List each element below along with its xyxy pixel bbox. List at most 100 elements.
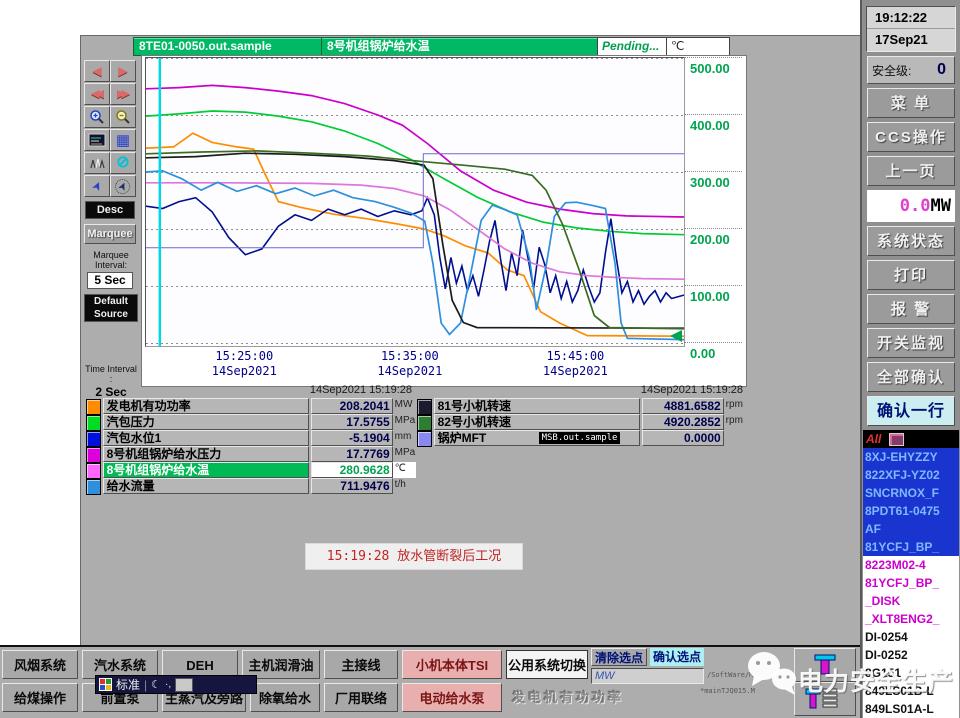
step-left-button[interactable]: ◀ (84, 60, 110, 82)
ime-keyboard-icon[interactable] (175, 677, 194, 692)
pen-name[interactable]: 发电机有功功率 (102, 398, 310, 414)
page-button-r2-4[interactable]: 厂用联络 (324, 683, 398, 712)
pen-name[interactable]: 8号机组锅炉给水压力 (102, 446, 310, 462)
signals-button[interactable] (84, 152, 110, 174)
alarm-item[interactable]: 81YCFJ_BP_ (863, 574, 959, 592)
alarm-item[interactable]: SNCRNOX_F (863, 484, 959, 502)
alarm-item[interactable]: 8G151 (863, 664, 959, 682)
confirm-point-button[interactable]: 确认选点 (650, 648, 704, 666)
table-view-button[interactable]: ▦ (110, 129, 136, 151)
page-button-r1-0[interactable]: 风烟系统 (2, 650, 78, 679)
trend-plot-area[interactable] (145, 57, 685, 347)
point-tag-box[interactable]: 8TE01-0050.out.sample (133, 37, 324, 56)
legend-row[interactable]: 给水流量 711.9476 t/h (86, 478, 416, 495)
ime-fullwidth-icon[interactable]: ☾ (151, 678, 161, 691)
legend-row[interactable]: 8号机组锅炉给水温 280.9628 ℃ (86, 462, 416, 479)
pen-name[interactable]: 81号小机转速 (433, 398, 641, 414)
pen-unit (724, 430, 747, 446)
alarm-item[interactable]: 81YCFJ_BP_ (863, 538, 959, 556)
ime-language-bar[interactable]: 标准 | ☾ ·, (95, 675, 257, 694)
alarm-item[interactable]: 8XJ-EHYZZY (863, 448, 959, 466)
zoom-in-button[interactable] (84, 106, 110, 128)
legend-row[interactable]: 82号小机转速 4920.2852 rpm (417, 414, 747, 431)
pen-name[interactable]: 给水流量 (102, 478, 310, 494)
page-button-r2-3[interactable]: 除氧给水 (250, 683, 320, 712)
legend-row[interactable]: 8号机组锅炉给水压力 17.7769 MPa (86, 446, 416, 463)
page-button-r1-6[interactable]: 公用系统切换 (506, 650, 588, 679)
pointer-scan-icon: ➤ (112, 176, 134, 196)
pen-name[interactable]: 汽包压力 (102, 414, 310, 430)
alarm-item[interactable]: 849LS01B-L (863, 682, 959, 700)
y-tick-label: 300.00 (690, 175, 730, 190)
legend-row[interactable]: 汽包压力 17.5755 MPa (86, 414, 416, 431)
page-button-r2-5[interactable]: 电动给水泵 (402, 683, 502, 712)
pen-name[interactable]: 锅炉MFT MSB.out.sample (433, 430, 641, 446)
legend-row[interactable]: 锅炉MFT MSB.out.sample 0.0000 (417, 430, 747, 447)
point-description-box[interactable]: 8号机组锅炉给水温 (321, 37, 600, 56)
desc-label: Desc (96, 204, 124, 216)
sidebar-action-button-4[interactable]: 全部确认 (867, 362, 955, 392)
default-source-button[interactable]: Default Source (84, 294, 138, 322)
marquee-interval-value[interactable]: 5 Sec (87, 272, 133, 289)
page-button-r2-0[interactable]: 给煤操作 (2, 683, 78, 712)
fast-left-button[interactable]: ◀◀ (84, 83, 110, 105)
alarm-item[interactable]: DI-0254 (863, 628, 959, 646)
sidebar-nav-button-0[interactable]: 菜 单 (867, 88, 955, 118)
alarm-item[interactable]: DI-0252 (863, 646, 959, 664)
selected-point-field[interactable]: MW (591, 668, 704, 684)
desc-button[interactable]: Desc (85, 201, 135, 219)
alarm-filter-icon[interactable] (889, 432, 905, 446)
trend-view-button[interactable] (84, 129, 110, 151)
main-graphic-path-text: *mainTJQ015.M (700, 687, 755, 695)
pen-unit: ℃ (392, 462, 416, 478)
sidebar-action-button-0[interactable]: 系统状态 (867, 226, 955, 256)
alarm-item[interactable]: 822XFJ-YZ02 (863, 466, 959, 484)
sidebar-action-button-1[interactable]: 打印 (867, 260, 955, 290)
pen-name[interactable]: 82号小机转速 (433, 414, 641, 430)
pen-name[interactable]: 汽包水位1 (102, 430, 310, 446)
marquee-button[interactable]: Marquee (84, 224, 136, 244)
selected-point-text: MW (595, 670, 615, 682)
legend-row[interactable]: 81号小机转速 4881.6582 rpm (417, 398, 747, 415)
pointer-button[interactable]: ➤ (84, 175, 110, 197)
clear-point-button[interactable]: 清除选点 (591, 648, 647, 666)
sidebar-action-button-3[interactable]: 开关监视 (867, 328, 955, 358)
clock-box: 19:12:22 17Sep21 (866, 6, 956, 52)
trend-tool-button-1[interactable] (794, 648, 856, 682)
step-right-button[interactable]: ▶ (110, 60, 136, 82)
alarm-filter-all[interactable]: All (866, 432, 881, 446)
confirm-row-button[interactable]: 确认一行 (867, 396, 955, 426)
sidebar-action-button-2[interactable]: 报 警 (867, 294, 955, 324)
disable-button[interactable]: ⊘ (110, 152, 136, 174)
page-button-r1-5[interactable]: 小机本体TSI (402, 650, 502, 679)
zoom-out-button[interactable] (110, 106, 136, 128)
pen-zero-marker-icon[interactable] (670, 330, 682, 342)
pen-color-swatch (86, 463, 101, 479)
pointer-scan-button[interactable]: ➤ (110, 175, 136, 197)
trend-tool-button-2[interactable] (794, 682, 856, 716)
alarm-item[interactable]: 849LS01A-L (863, 700, 959, 718)
ime-mode-label[interactable]: 标准 (116, 676, 140, 693)
y-grid-stub (684, 342, 742, 343)
legend-table-right: 14Sep2021 15:19:28 81号小机转速 4881.6582 rpm 82… (417, 384, 747, 447)
ime-punct-icon[interactable]: ·, (165, 679, 171, 690)
alarm-item[interactable]: AF (863, 520, 959, 538)
alarm-item[interactable]: 8PDT61-0475 (863, 502, 959, 520)
time-interval-label: Time Interval : (85, 364, 137, 384)
alarm-item[interactable]: _DISK (863, 592, 959, 610)
pen-source-tooltip: MSB.out.sample (538, 432, 621, 444)
mw-display: 0.0MW (867, 190, 955, 222)
pen-name[interactable]: 8号机组锅炉给水温 (102, 462, 310, 478)
sidebar-nav-button-2[interactable]: 上一页 (867, 156, 955, 186)
fast-right-button[interactable]: ▶▶ (110, 83, 136, 105)
marquee-label: Marquee (87, 228, 133, 240)
page-button-r1-4[interactable]: 主接线 (324, 650, 398, 679)
unit-box: ℃ (666, 37, 730, 56)
legend-timestamp-left: 14Sep2021 15:19:28 (309, 384, 412, 396)
alarm-item[interactable]: 8223M02-4 (863, 556, 959, 574)
legend-row[interactable]: 汽包水位1 -5.1904 mm (86, 430, 416, 447)
legend-row[interactable]: 发电机有功功率 208.2041 MW (86, 398, 416, 415)
x-tick-time: 15:35:00 (380, 349, 439, 363)
sidebar-nav-button-1[interactable]: CCS操作 (867, 122, 955, 152)
alarm-item[interactable]: _XLT8ENG2_ (863, 610, 959, 628)
